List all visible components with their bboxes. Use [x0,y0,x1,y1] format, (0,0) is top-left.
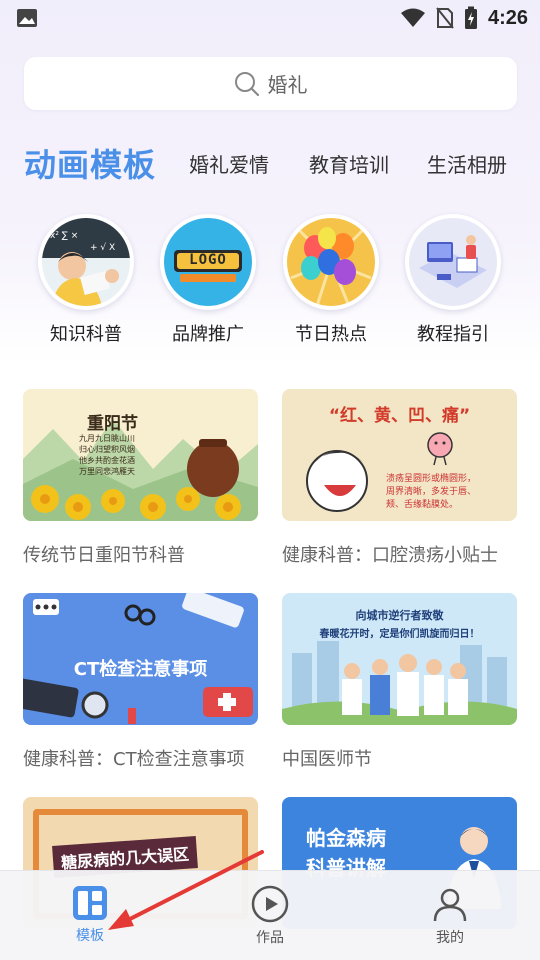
search-query: 婚礼 [267,73,308,97]
category-label: 节日热点 [295,324,367,345]
card-title: 健康科普：口腔溃疡小贴士 [282,545,498,566]
category-knowledge[interactable]: x² ∑ × + √ X 知识科普 [31,214,141,346]
template-card[interactable]: 向城市逆行者致敬 春暖花开时，定是你们凯旋而归日！ 中国医师节 [282,593,517,771]
no-sim-icon [436,7,454,29]
tab-wedding[interactable]: 婚礼爱情 [189,149,269,178]
description-line: 周界清晰，多发于唇、 [386,487,477,497]
nav-label: 作品 [256,930,284,946]
category-circles: x² ∑ × + √ X 知识科普 LOGO 品牌推广 节日热点 教程指引 [0,214,540,354]
tab-education[interactable]: 教育培训 [309,149,389,178]
poem-lines: 九月九日眺山川 归心归望积风烟 他乡共酌金花酒 万里同悲鸿雁天 [79,433,135,477]
tutorial-thumbnail [405,214,501,310]
template-thumbnail: CT检查注意事项 [23,593,258,725]
poem-line: 归心归望积风烟 [79,445,135,454]
festival-thumbnail [283,214,379,310]
card-image-title: 重阳节 [87,414,138,434]
gallery-icon [17,9,37,27]
category-label: 品牌推广 [172,324,244,345]
category-festival[interactable]: 节日热点 [276,214,386,346]
card-image-title: “红、黄、凹、痛” [328,406,471,426]
play-circle-icon [251,885,289,923]
templates-icon [73,886,107,920]
balloons-icon [290,226,372,306]
template-card[interactable]: “红、黄、凹、痛” 溃疡呈圆形或椭圆形， 周界清晰，多发于唇、 颊、舌缘黏膜处。… [282,389,517,567]
title-line: 帕金森病 [306,826,386,850]
nav-profile[interactable]: 我的 [410,885,490,947]
ulcer-description: 溃疡呈圆形或椭圆形， 周界清晰，多发于唇、 颊、舌缘黏膜处。 [386,473,476,512]
tribute-line: 向城市逆行者致敬 [355,609,444,622]
card-title: 传统节日重阳节科普 [23,545,185,566]
mountain-chrysanthemum-illustration [23,419,258,521]
card-title: 中国医师节 [282,749,372,770]
card-title: 健康科普：CT检查注意事项 [23,749,245,770]
tab-animation-templates[interactable]: 动画模板 [24,140,156,186]
template-thumbnail: 向城市逆行者致敬 春暖花开时，定是你们凯旋而归日！ [282,593,517,725]
category-label: 知识科普 [50,324,122,345]
poem-line: 他乡共酌金花酒 [79,456,135,465]
battery-charging-icon [464,6,477,29]
tab-life-album[interactable]: 生活相册 [427,149,507,178]
knowledge-thumbnail: x² ∑ × + √ X [38,214,134,310]
teacher-illustration-icon: x² ∑ × + √ X [42,218,130,306]
user-icon [433,888,467,922]
template-card[interactable]: CT检查注意事项 健康科普：CT检查注意事项 [23,593,258,771]
svg-text:x² ∑ ×: x² ∑ × [50,231,78,241]
nav-label: 模板 [76,928,104,944]
svg-text:+ √ X: + √ X [90,242,115,253]
brand-thumbnail: LOGO [160,214,256,310]
card-image-title: CT检查注意事项 [73,659,208,680]
logo-text: LOGO [189,252,227,268]
category-tabs: 动画模板 婚礼爱情 教育培训 生活相册 [24,140,524,188]
wifi-icon [400,8,425,27]
description-line: 颊、舌缘黏膜处。 [386,500,459,510]
clock: 4:26 [487,6,528,29]
category-label: 教程指引 [417,324,489,345]
nav-templates[interactable]: 模板 [50,885,130,945]
poem-line: 九月九日眺山川 [79,434,135,443]
template-thumbnail: “红、黄、凹、痛” 溃疡呈圆形或椭圆形， 周界清晰，多发于唇、 颊、舌缘黏膜处。 [282,389,517,521]
poem-line: 万里同悲鸿雁天 [79,467,135,476]
bottom-navigation: 模板 作品 我的 [0,870,540,960]
category-tutorial[interactable]: 教程指引 [398,214,508,346]
category-brand[interactable]: LOGO 品牌推广 [153,214,263,346]
tribute-text: 向城市逆行者致敬 春暖花开时，定是你们凯旋而归日！ [282,607,517,640]
search-icon [234,71,259,96]
tribute-line: 春暖花开时，定是你们凯旋而归日！ [319,629,480,640]
nav-works[interactable]: 作品 [230,885,310,947]
status-bar: 4:26 [0,0,540,36]
template-thumbnail: 重阳节 九月九日眺山川 归心归望积风烟 他乡共酌金花酒 万里同悲鸿雁天 [23,389,258,521]
description-line: 溃疡呈圆形或椭圆形， [386,474,477,484]
computer-illustration-icon [419,235,487,288]
nav-label: 我的 [436,930,464,946]
template-card[interactable]: 重阳节 九月九日眺山川 归心归望积风烟 他乡共酌金花酒 万里同悲鸿雁天 传统节日… [23,389,258,567]
search-bar[interactable]: 婚礼 [24,57,517,110]
